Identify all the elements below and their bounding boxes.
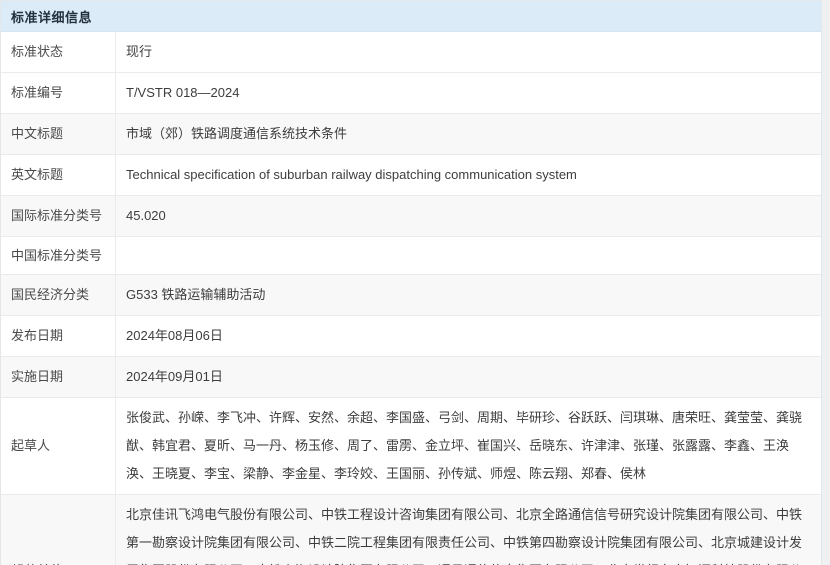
row-value: 2024年09月01日	[116, 357, 821, 397]
row-label: 国民经济分类	[1, 275, 116, 315]
panel-title: 标准详细信息	[11, 7, 92, 26]
table-row: 起草人 张俊武、孙嵘、李飞冲、许辉、安然、余超、李国盛、弓剑、周期、毕研珍、谷跃…	[1, 398, 821, 495]
row-label: 标准编号	[1, 73, 116, 113]
row-label: 标准状态	[1, 32, 116, 72]
standard-detail-panel: 标准详细信息 标准状态 现行 标准编号 T/VSTR 018—2024 中文标题…	[0, 0, 822, 565]
row-value: 45.020	[116, 196, 821, 236]
row-label: 起草单位	[1, 495, 116, 565]
row-label: 中国标准分类号	[1, 237, 116, 274]
row-value: G533 铁路运输辅助活动	[116, 275, 821, 315]
row-value	[116, 250, 821, 262]
row-value: 张俊武、孙嵘、李飞冲、许辉、安然、余超、李国盛、弓剑、周期、毕研珍、谷跃跃、闫琪…	[116, 398, 821, 494]
row-value: T/VSTR 018—2024	[116, 73, 821, 113]
row-label: 实施日期	[1, 357, 116, 397]
row-value: Technical specification of suburban rail…	[116, 155, 821, 195]
detail-table: 标准状态 现行 标准编号 T/VSTR 018—2024 中文标题 市域（郊）铁…	[1, 32, 821, 565]
row-label: 国际标准分类号	[1, 196, 116, 236]
panel-header: 标准详细信息	[1, 1, 821, 32]
table-row: 国民经济分类 G533 铁路运输辅助活动	[1, 275, 821, 316]
table-row: 英文标题 Technical specification of suburban…	[1, 155, 821, 196]
row-value: 2024年08月06日	[116, 316, 821, 356]
table-row: 中国标准分类号	[1, 237, 821, 275]
table-row: 标准状态 现行	[1, 32, 821, 73]
row-label: 中文标题	[1, 114, 116, 154]
row-label: 发布日期	[1, 316, 116, 356]
table-row: 国际标准分类号 45.020	[1, 196, 821, 237]
table-row: 起草单位 北京佳讯飞鸿电气股份有限公司、中铁工程设计咨询集团有限公司、北京全路通…	[1, 495, 821, 565]
row-label: 英文标题	[1, 155, 116, 195]
table-row: 中文标题 市域（郊）铁路调度通信系统技术条件	[1, 114, 821, 155]
row-label: 起草人	[1, 398, 116, 494]
table-row: 实施日期 2024年09月01日	[1, 357, 821, 398]
row-value: 市域（郊）铁路调度通信系统技术条件	[116, 114, 821, 154]
table-row: 发布日期 2024年08月06日	[1, 316, 821, 357]
row-value: 现行	[116, 32, 821, 72]
row-value: 北京佳讯飞鸿电气股份有限公司、中铁工程设计咨询集团有限公司、北京全路通信信号研究…	[116, 495, 821, 565]
table-row: 标准编号 T/VSTR 018—2024	[1, 73, 821, 114]
